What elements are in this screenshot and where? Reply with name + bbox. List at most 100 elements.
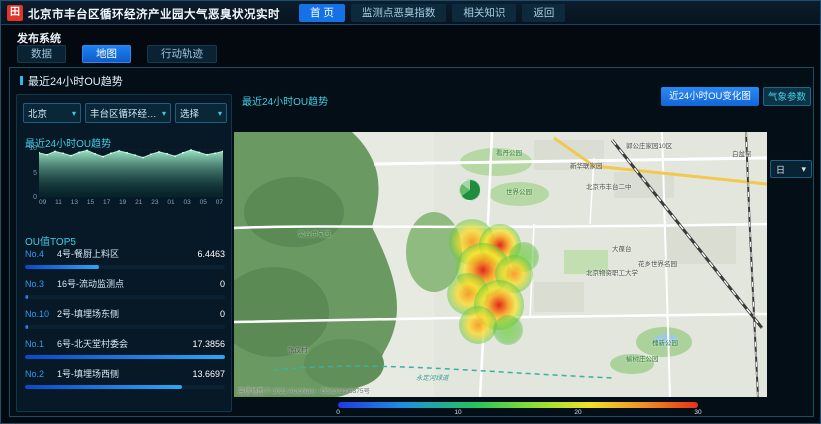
top5-rank: No.3 — [25, 279, 57, 289]
trend-x-tick: 19 — [119, 199, 126, 206]
system-label: 发布系统 — [17, 30, 61, 46]
top5-item[interactable]: No.16号-北天堂村委会 17.3856 — [25, 337, 225, 367]
city-select[interactable]: 北京 ▾ — [23, 103, 81, 123]
district-select[interactable]: 丰台区循环经济产业园 ▾ — [85, 103, 171, 123]
trend-x-tick: 05 — [200, 199, 207, 206]
point-select[interactable]: 选择 ▾ — [175, 103, 227, 123]
nav-tab-odor-index[interactable]: 监测点恶臭指数 — [351, 4, 447, 22]
top5-item[interactable]: No.44号-餐厨上料区6.4463 — [25, 247, 225, 277]
legend-tick-labels: 0102030 — [338, 409, 698, 418]
trend-x-tick: 11 — [55, 199, 62, 206]
top5-item[interactable]: No.21号-填埋场西侧13.6697 — [25, 367, 225, 397]
ou-change-chart-button[interactable]: 近24小时OU变化图 — [661, 87, 759, 106]
chevron-down-icon: ▾ — [162, 109, 166, 118]
map-place-label: 北京物资职工大学 — [586, 267, 638, 277]
top5-bar-fill — [25, 295, 28, 299]
trend-y-axis: 10 5 0 — [25, 145, 37, 201]
top5-bar-track — [25, 385, 225, 389]
tab-track[interactable]: 行动轨迹 — [147, 45, 217, 63]
trend-chart: 1050 091113151719212301030507 — [25, 149, 223, 209]
chevron-down-icon: ▾ — [218, 109, 222, 118]
legend-tick-label: 20 — [574, 409, 581, 416]
legend-tick-label: 30 — [694, 409, 701, 416]
map-place-label: 永定河绿道 — [416, 372, 449, 382]
map-place-label: 世界公园 — [506, 186, 532, 196]
trend-y-tick: 10 — [25, 145, 37, 152]
top5-rank: No.1 — [25, 339, 57, 349]
trend-x-tick: 23 — [151, 199, 158, 206]
top5-value: 13.6697 — [192, 369, 225, 379]
panel-title: 最近24小时OU趋势 — [20, 73, 123, 89]
monitoring-pie-marker — [459, 179, 481, 201]
district-select-value: 丰台区循环经济产业园 — [90, 106, 159, 120]
map-attribution: 高德地图 © 2021 AutoNavi - GS(2021)6375号 — [238, 385, 370, 395]
legend-gradient-bar — [338, 402, 698, 408]
top5-bar-track — [25, 355, 225, 359]
top5-value: 0 — [220, 279, 225, 289]
chevron-down-icon: ▾ — [72, 109, 76, 118]
app-header: 田 北京市丰台区循环经济产业园大气恶臭状况实时 首 页 监测点恶臭指数 相关知识… — [1, 1, 820, 25]
top5-bar-fill — [25, 325, 28, 329]
top5-bar-track — [25, 265, 225, 269]
top5-ranking-list: No.44号-餐厨上料区6.4463No.316号-流动监测点0No.102号-… — [25, 247, 225, 397]
app-root: 田 北京市丰台区循环经济产业园大气恶臭状况实时 首 页 监测点恶臭指数 相关知识… — [0, 0, 821, 424]
trend-y-tick: 0 — [25, 194, 37, 201]
legend-tick-label: 10 — [454, 409, 461, 416]
point-select-value: 选择 — [180, 106, 199, 120]
nav-tab-knowledge[interactable]: 相关知识 — [452, 4, 516, 22]
top5-point-name: 6号-北天堂村委会 — [57, 337, 186, 350]
heatmap-legend: 0102030 — [338, 402, 698, 418]
trend-x-tick: 01 — [167, 199, 174, 206]
top5-value: 0 — [220, 309, 225, 319]
map-place-label: 郭公庄家园10区 — [626, 140, 672, 150]
top5-bar-fill — [25, 355, 225, 359]
map-place-label: 槐新公园 — [652, 337, 678, 347]
tab-data[interactable]: 数据 — [17, 45, 66, 63]
top5-item[interactable]: No.316号-流动监测点 0 — [25, 277, 225, 307]
top5-rank: No.4 — [25, 249, 57, 259]
tab-map[interactable]: 地图 — [82, 45, 131, 63]
trend-x-tick: 09 — [39, 199, 46, 206]
map-place-label: 紫谷伊甸园 — [298, 228, 331, 238]
map-base-tiles — [234, 132, 767, 397]
time-granularity-select[interactable]: 日 ▾ — [770, 160, 812, 178]
top5-bar-fill — [25, 385, 182, 389]
trend-x-tick: 17 — [103, 199, 110, 206]
top5-value: 6.4463 — [197, 249, 225, 259]
top5-point-name: 1号-填埋场西侧 — [57, 367, 186, 380]
nav-tab-back[interactable]: 返回 — [522, 4, 565, 22]
city-select-value: 北京 — [28, 106, 47, 120]
trend-x-tick: 07 — [216, 199, 223, 206]
trend-x-tick: 03 — [184, 199, 191, 206]
top5-bar-track — [25, 325, 225, 329]
map-place-label: 白盆窑 — [732, 148, 752, 158]
top5-bar-track — [25, 295, 225, 299]
map-place-label: 花乡世界名园 — [638, 258, 677, 268]
filter-row: 北京 ▾ 丰台区循环经济产业园 ▾ 选择 ▾ — [23, 103, 227, 123]
chevron-down-icon: ▾ — [801, 164, 806, 175]
trend-x-tick: 13 — [71, 199, 78, 206]
map-section-title: 最近24小时OU趋势 — [242, 93, 328, 108]
map-place-label: 新华联家园 — [570, 160, 603, 170]
map-place-label: 看丹公园 — [496, 147, 522, 157]
nav-tab-home[interactable]: 首 页 — [299, 4, 345, 22]
weather-params-button[interactable]: 气象参数 — [763, 87, 811, 106]
trend-x-tick: 21 — [135, 199, 142, 206]
map-place-label: 张仪村 — [288, 344, 308, 354]
trend-x-tick: 15 — [87, 199, 94, 206]
trend-chart-title: 最近24小时OU趋势 — [25, 135, 111, 150]
top-nav: 首 页 监测点恶臭指数 相关知识 返回 — [299, 4, 565, 22]
top5-rank: No.10 — [25, 309, 57, 319]
trend-y-tick: 5 — [25, 170, 37, 177]
map-place-label: 大葆台 — [612, 243, 632, 253]
map-place-label: 北京市丰台二中 — [586, 181, 632, 191]
time-granularity-value: 日 — [776, 163, 785, 176]
page-title: 北京市丰台区循环经济产业园大气恶臭状况实时 — [28, 6, 280, 22]
map-canvas[interactable]: 郭公庄家园10区 看丹公园 新华联家园 世界公园 北京市丰台二中 紫谷伊甸园 大… — [234, 132, 767, 397]
top5-value: 17.3856 — [192, 339, 225, 349]
top5-item[interactable]: No.102号-填埋场东侧0 — [25, 307, 225, 337]
top5-title: OU值TOP5 — [25, 233, 76, 248]
map-place-label: 榆树庄公园 — [626, 353, 659, 363]
top5-point-name: 16号-流动监测点 — [57, 277, 214, 290]
view-tabs: 数据 地图 行动轨迹 — [17, 45, 217, 63]
